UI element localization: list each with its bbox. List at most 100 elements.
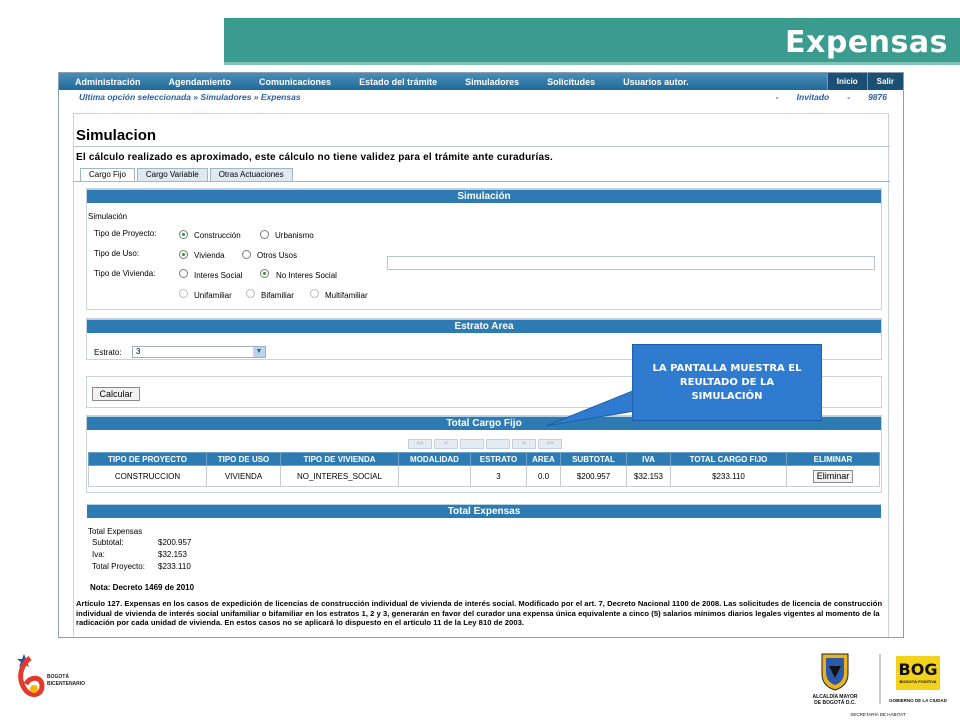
estrato-select[interactable]: 3 ▼ <box>132 346 266 358</box>
prev-page-button[interactable]: < <box>434 439 458 449</box>
radio-label-interes-social: Interes Social <box>194 271 243 280</box>
session-info: - Invitado - 9876 <box>776 92 903 102</box>
radio-interes-social[interactable] <box>179 269 188 278</box>
cell-subtotal: $200.957 <box>560 465 627 487</box>
slide-title: Expensas <box>785 25 948 60</box>
radio-unifamiliar[interactable] <box>179 289 188 298</box>
radio-label-urbanismo: Urbanismo <box>275 231 314 240</box>
bog-text: BOG <box>899 660 938 679</box>
breadcrumb: Ultima opción seleccionada » Simuladores… <box>59 90 903 103</box>
estrato-label: Estrato: <box>94 348 122 357</box>
table-header-row: TIPO DE PROYECTO TIPO DE USO TIPO DE VIV… <box>88 452 880 466</box>
total-proyecto-label: Total Proyecto: <box>92 562 145 571</box>
nav-actions: Inicio Salir <box>826 73 903 90</box>
callout-box: LA PANTALLA MUESTRA EL REULTADO DE LA SI… <box>632 344 822 421</box>
bullet: - <box>775 91 779 102</box>
user-code: 9876 <box>868 91 887 102</box>
calcular-button[interactable]: Calcular <box>92 387 140 401</box>
cell-uso: VIVIENDA <box>206 465 281 487</box>
divider <box>74 146 890 147</box>
cell-iva: $32.153 <box>626 465 671 487</box>
svg-text:BICENTENARIO: BICENTENARIO <box>47 681 85 687</box>
estrato-header: Estrato Area <box>87 319 881 333</box>
cell-estrato: 3 <box>470 465 527 487</box>
total-expensas-header: Total Expensas <box>87 504 881 518</box>
bogota-bicentenario-logo: BOGOTÁ BICENTENARIO <box>17 654 85 697</box>
tipo-vivienda-label: Tipo de Vivienda: <box>94 269 156 278</box>
subtotal-value: $200.957 <box>158 538 192 547</box>
nav-item-simuladores[interactable]: Simuladores <box>465 77 519 87</box>
nav-item-usuarios[interactable]: Usuarios autor. <box>623 77 689 87</box>
svg-text:DE BOGOTÁ D.C.: DE BOGOTÁ D.C. <box>814 699 856 706</box>
cargo-table: TIPO DE PROYECTO TIPO DE USO TIPO DE VIV… <box>88 452 880 487</box>
column-header: SUBTOTAL <box>560 452 627 466</box>
radio-label-multifamiliar: Multifamiliar <box>325 291 368 300</box>
radio-label-bifamiliar: Bifamiliar <box>261 291 294 300</box>
bullet: - <box>847 91 851 102</box>
page-title: Simulacion <box>76 127 157 144</box>
tab-bar: Cargo Fijo Cargo Variable Otras Actuacio… <box>80 168 293 181</box>
total-proyecto-value: $233.110 <box>158 562 191 571</box>
first-page-button[interactable]: << <box>408 439 432 449</box>
articulo-text: Artículo 127. Expensas en los casos de e… <box>76 599 883 628</box>
chevron-down-icon: ▼ <box>253 347 265 357</box>
cell-modalidad <box>398 465 471 487</box>
secretaria-text: SECRETARÍA DE HÁBITAT <box>850 711 906 717</box>
tab-cargo-fijo[interactable]: Cargo Fijo <box>80 168 135 181</box>
next-page-button[interactable]: > <box>512 439 536 449</box>
radio-label-vivienda: Vivienda <box>194 251 225 260</box>
logo-text: BOGOTÁ <box>47 673 69 680</box>
tipo-proyecto-label: Tipo de Proyecto: <box>94 229 157 238</box>
radio-label-otros-usos: Otros Usos <box>257 251 298 260</box>
radio-otros-usos[interactable] <box>242 250 251 259</box>
alcaldia-text: ALCALDÍA MAYOR <box>813 692 858 700</box>
radio-label-construccion: Construcción <box>194 231 241 240</box>
radio-no-interes-social[interactable] <box>260 269 269 278</box>
estrato-value: 3 <box>136 347 141 356</box>
nav-item-solicitudes[interactable]: Solicitudes <box>547 77 595 87</box>
nav-item-comunicaciones[interactable]: Comunicaciones <box>259 77 331 87</box>
cell-vivienda: NO_INTERES_SOCIAL <box>280 465 399 487</box>
cell-proyecto: CONSTRUCCION <box>88 465 207 487</box>
user-name: Invitado <box>796 91 830 102</box>
column-header: TIPO DE PROYECTO <box>88 452 207 466</box>
radio-label-unifamiliar: Unifamiliar <box>194 291 232 300</box>
nav-item-estado-tramite[interactable]: Estado del trámite <box>359 77 437 87</box>
simulacion-caption: Simulación <box>88 212 128 221</box>
last-page-button[interactable]: >> <box>538 439 562 449</box>
column-header: IVA <box>626 452 671 466</box>
nav-item-agendamiento[interactable]: Agendamiento <box>169 77 232 87</box>
divider <box>74 181 890 182</box>
total-expensas-caption: Total Expensas <box>88 527 143 536</box>
nav-item-administracion[interactable]: Administración <box>75 77 141 87</box>
iva-label: Iva: <box>92 550 105 559</box>
breadcrumb-path: Ultima opción seleccionada » Simuladores… <box>79 91 301 102</box>
page-field[interactable] <box>460 439 484 449</box>
column-header: TOTAL CARGO FIJO <box>670 452 787 466</box>
page-field[interactable] <box>486 439 510 449</box>
radio-vivienda[interactable] <box>179 250 188 259</box>
svg-text:GOBIERNO DE LA CIUDAD: GOBIERNO DE LA CIUDAD <box>889 698 948 703</box>
radio-construccion[interactable] <box>179 230 188 239</box>
top-nav: Administración Agendamiento Comunicacion… <box>59 73 903 90</box>
radio-multifamiliar[interactable] <box>310 289 319 298</box>
slide-title-bar: Expensas <box>224 18 960 65</box>
cell-area: 0.0 <box>526 465 561 487</box>
eliminar-button[interactable]: Eliminar <box>812 469 854 483</box>
radio-bifamiliar[interactable] <box>246 289 255 298</box>
radio-urbanismo[interactable] <box>260 230 269 239</box>
text-field[interactable] <box>387 256 875 270</box>
simulacion-header: Simulación <box>87 189 881 203</box>
table-row: CONSTRUCCION VIVIENDA NO_INTERES_SOCIAL … <box>88 465 880 487</box>
column-header: TIPO DE USO <box>206 452 281 466</box>
disclaimer-note: El cálculo realizado es aproximado, este… <box>76 152 553 163</box>
inicio-button[interactable]: Inicio <box>826 73 867 90</box>
salir-button[interactable]: Salir <box>866 73 903 90</box>
tab-otras-actuaciones[interactable]: Otras Actuaciones <box>209 168 293 181</box>
iva-value: $32.153 <box>158 550 187 559</box>
column-header: AREA <box>526 452 561 466</box>
alcaldia-logos: ALCALDÍA MAYOR DE BOGOTÁ D.C. BOG BOGOTÁ… <box>813 653 948 717</box>
tab-cargo-variable[interactable]: Cargo Variable <box>136 168 208 181</box>
subtotal-label: Subtotal: <box>92 538 124 547</box>
column-header: ELIMINAR <box>786 452 880 466</box>
